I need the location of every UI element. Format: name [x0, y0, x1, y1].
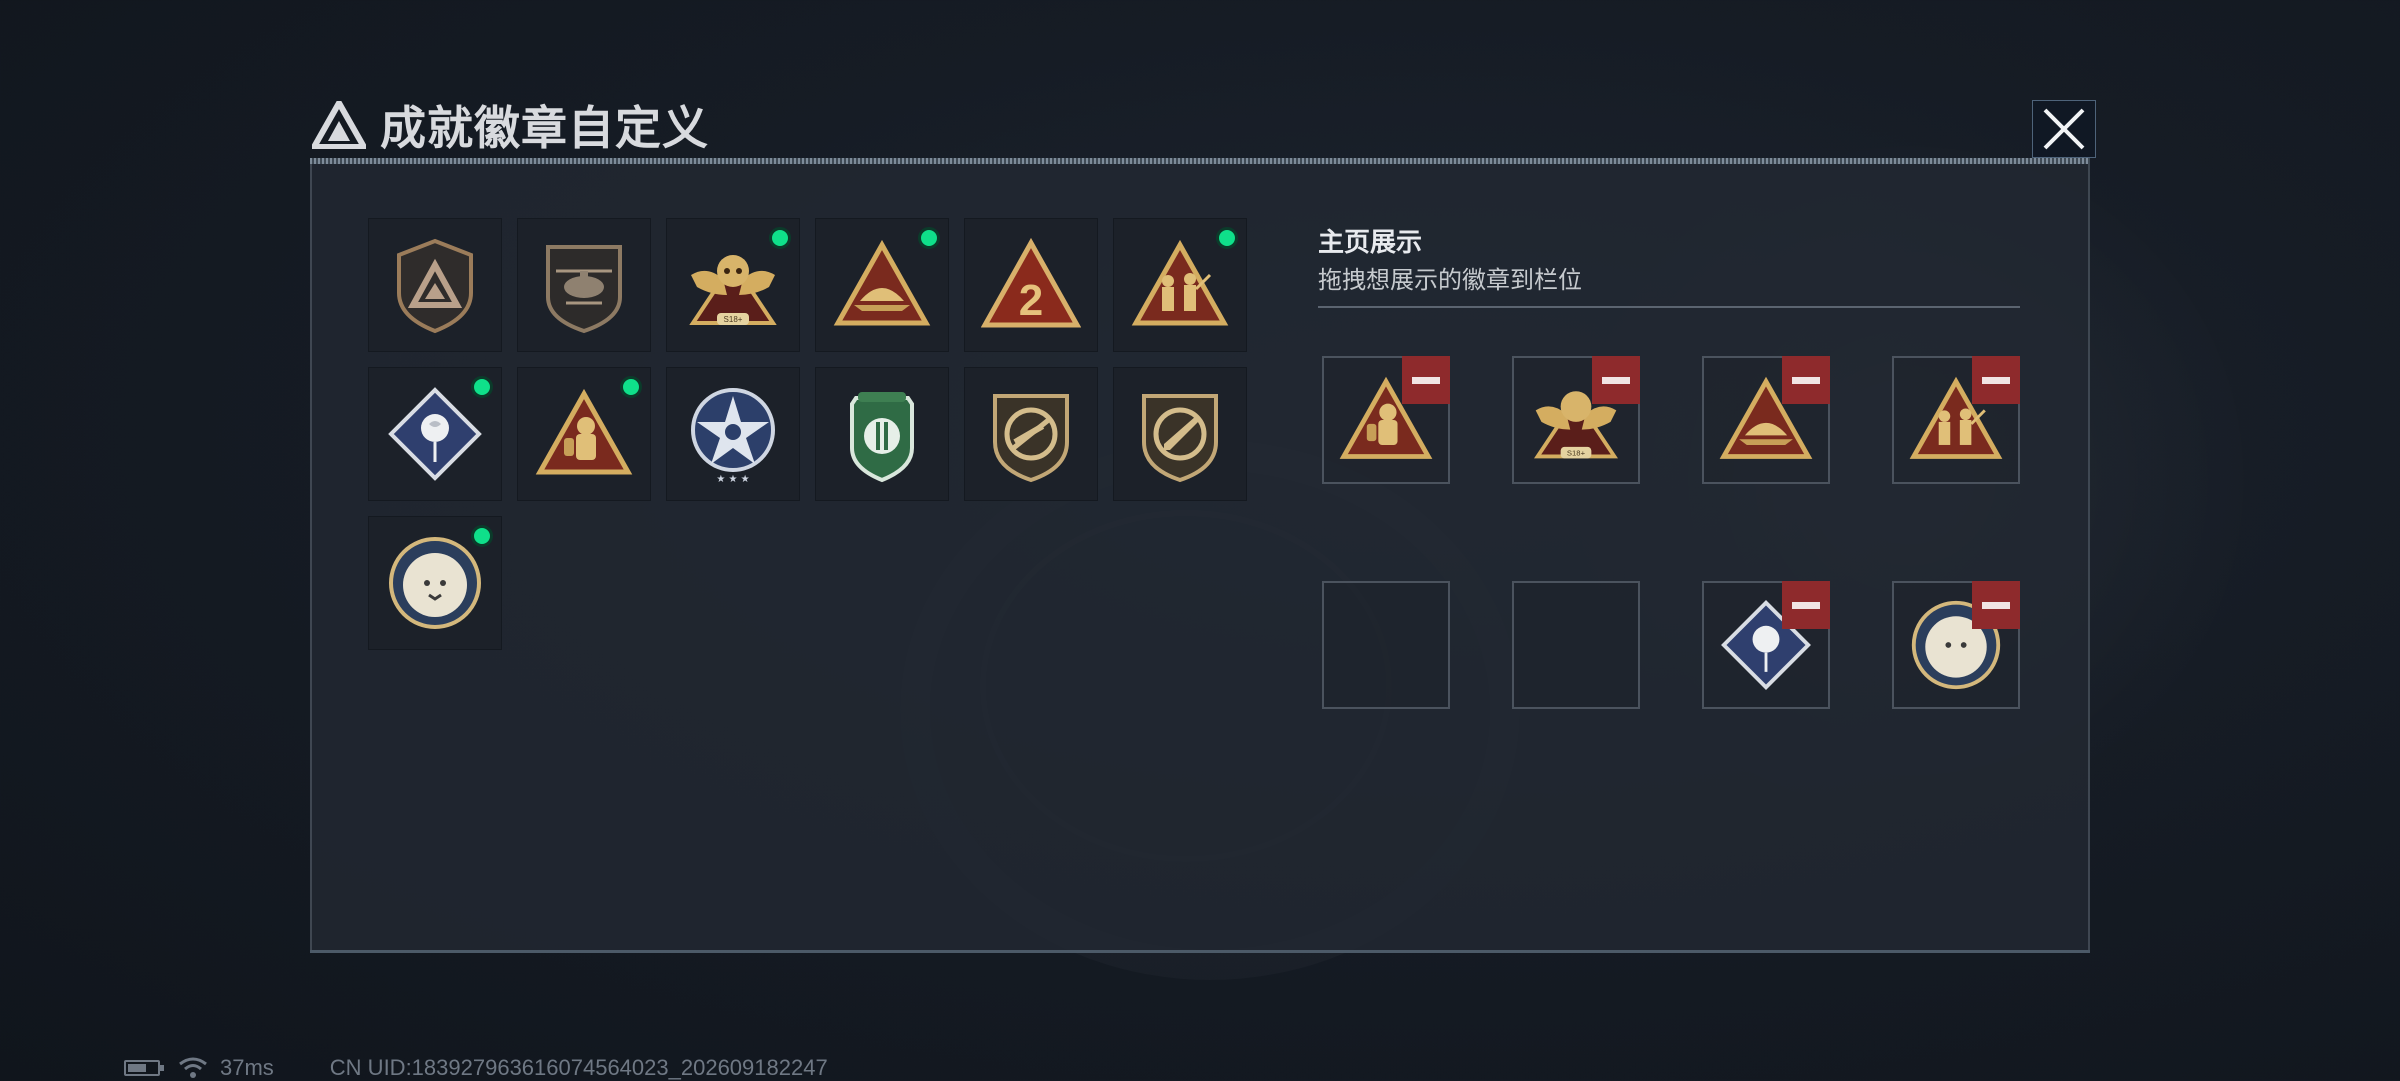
- showcase-slot-3[interactable]: [1702, 356, 1830, 484]
- helmet-triangle-icon: [833, 239, 931, 326]
- svg-text:S18+: S18+: [1567, 449, 1586, 458]
- badge-item[interactable]: 2: [964, 218, 1098, 352]
- remove-badge-button[interactable]: [1782, 581, 1830, 629]
- showcase-title: 主页展示: [1318, 227, 1423, 257]
- badge-item[interactable]: [815, 218, 949, 352]
- showcase-slot-6[interactable]: [1512, 581, 1640, 709]
- badge-item[interactable]: [368, 218, 502, 352]
- remove-badge-button[interactable]: [1592, 356, 1640, 404]
- badge-item[interactable]: [964, 367, 1098, 501]
- close-icon: [2043, 108, 2085, 150]
- minus-icon: [1982, 376, 2010, 384]
- badge-item[interactable]: [517, 218, 651, 352]
- new-badge-indicator: [1216, 227, 1238, 249]
- badge-item[interactable]: ★ ★ ★: [666, 367, 800, 501]
- badge-item[interactable]: [1113, 367, 1247, 501]
- minus-icon: [1412, 376, 1440, 384]
- showcase-slot-2[interactable]: S18+: [1512, 356, 1640, 484]
- number-2-triangle-icon: 2: [981, 237, 1081, 328]
- badge-item[interactable]: [815, 367, 949, 501]
- remove-badge-button[interactable]: [1402, 356, 1450, 404]
- badge-item[interactable]: [368, 367, 502, 501]
- close-button[interactable]: [2032, 100, 2096, 158]
- battery-icon: [124, 1060, 164, 1076]
- new-badge-indicator: [471, 376, 493, 398]
- showcase-divider: [1318, 306, 2020, 308]
- showcase-slot-1[interactable]: [1322, 356, 1450, 484]
- minus-icon: [1792, 601, 1820, 609]
- panel-bottom-border: [310, 950, 2090, 953]
- triangle-emblem-shield-icon: [397, 238, 473, 334]
- minus-icon: [1982, 601, 2010, 609]
- showcase-slot-4[interactable]: [1892, 356, 2020, 484]
- new-badge-indicator: [918, 227, 940, 249]
- delta-logo-icon: [312, 101, 366, 149]
- svg-text:★ ★ ★: ★ ★ ★: [716, 474, 749, 484]
- star-compass-shield-icon: ★ ★ ★: [691, 388, 775, 484]
- remove-badge-button[interactable]: [1972, 581, 2020, 629]
- minus-icon: [1602, 376, 1630, 384]
- remove-badge-button[interactable]: [1972, 356, 2020, 404]
- page-title: 成就徽章自定义: [380, 102, 709, 154]
- rose-diamond-icon: [388, 387, 482, 481]
- svg-text:2: 2: [1019, 276, 1043, 325]
- user-uid: CN UID:18392796361607456402​3_2026091822…: [329, 1055, 828, 1080]
- dialog-header: 成就徽章自定义: [312, 95, 709, 155]
- badge-item[interactable]: [517, 367, 651, 501]
- badge-item[interactable]: [1113, 218, 1247, 352]
- lynx-medallion-icon: [389, 537, 481, 629]
- badge-item[interactable]: S18+: [666, 218, 800, 352]
- new-badge-indicator: [471, 525, 493, 547]
- ping-value: 37ms: [220, 1055, 274, 1080]
- showcase-slot-8[interactable]: [1892, 581, 2020, 709]
- showcase-slot-7[interactable]: [1702, 581, 1830, 709]
- soldiers-triangle-icon: [1131, 239, 1229, 326]
- eagle-skull-icon: S18+: [689, 255, 777, 325]
- new-badge-indicator: [620, 376, 642, 398]
- helicopter-shield-icon: [546, 245, 622, 334]
- showcase-hint: 拖拽想展示的徽章到栏位: [1318, 267, 1582, 294]
- panel-top-border: [310, 158, 2090, 164]
- hazmat-soldier-triangle-icon: [535, 388, 633, 475]
- badge-item[interactable]: [368, 516, 502, 650]
- minus-icon: [1792, 376, 1820, 384]
- remove-badge-button[interactable]: [1782, 356, 1830, 404]
- green-army-shield-icon: [850, 392, 914, 483]
- showcase-slot-5[interactable]: [1322, 581, 1450, 709]
- no-rifle-shield-icon: [993, 394, 1069, 483]
- status-bar: 37ms CN UID:18392796361607456402​3_20260…: [124, 1055, 828, 1080]
- wifi-icon: [179, 1057, 207, 1078]
- new-badge-indicator: [769, 227, 791, 249]
- svg-text:S18+: S18+: [724, 315, 743, 324]
- knife-shield-icon: [1142, 394, 1218, 483]
